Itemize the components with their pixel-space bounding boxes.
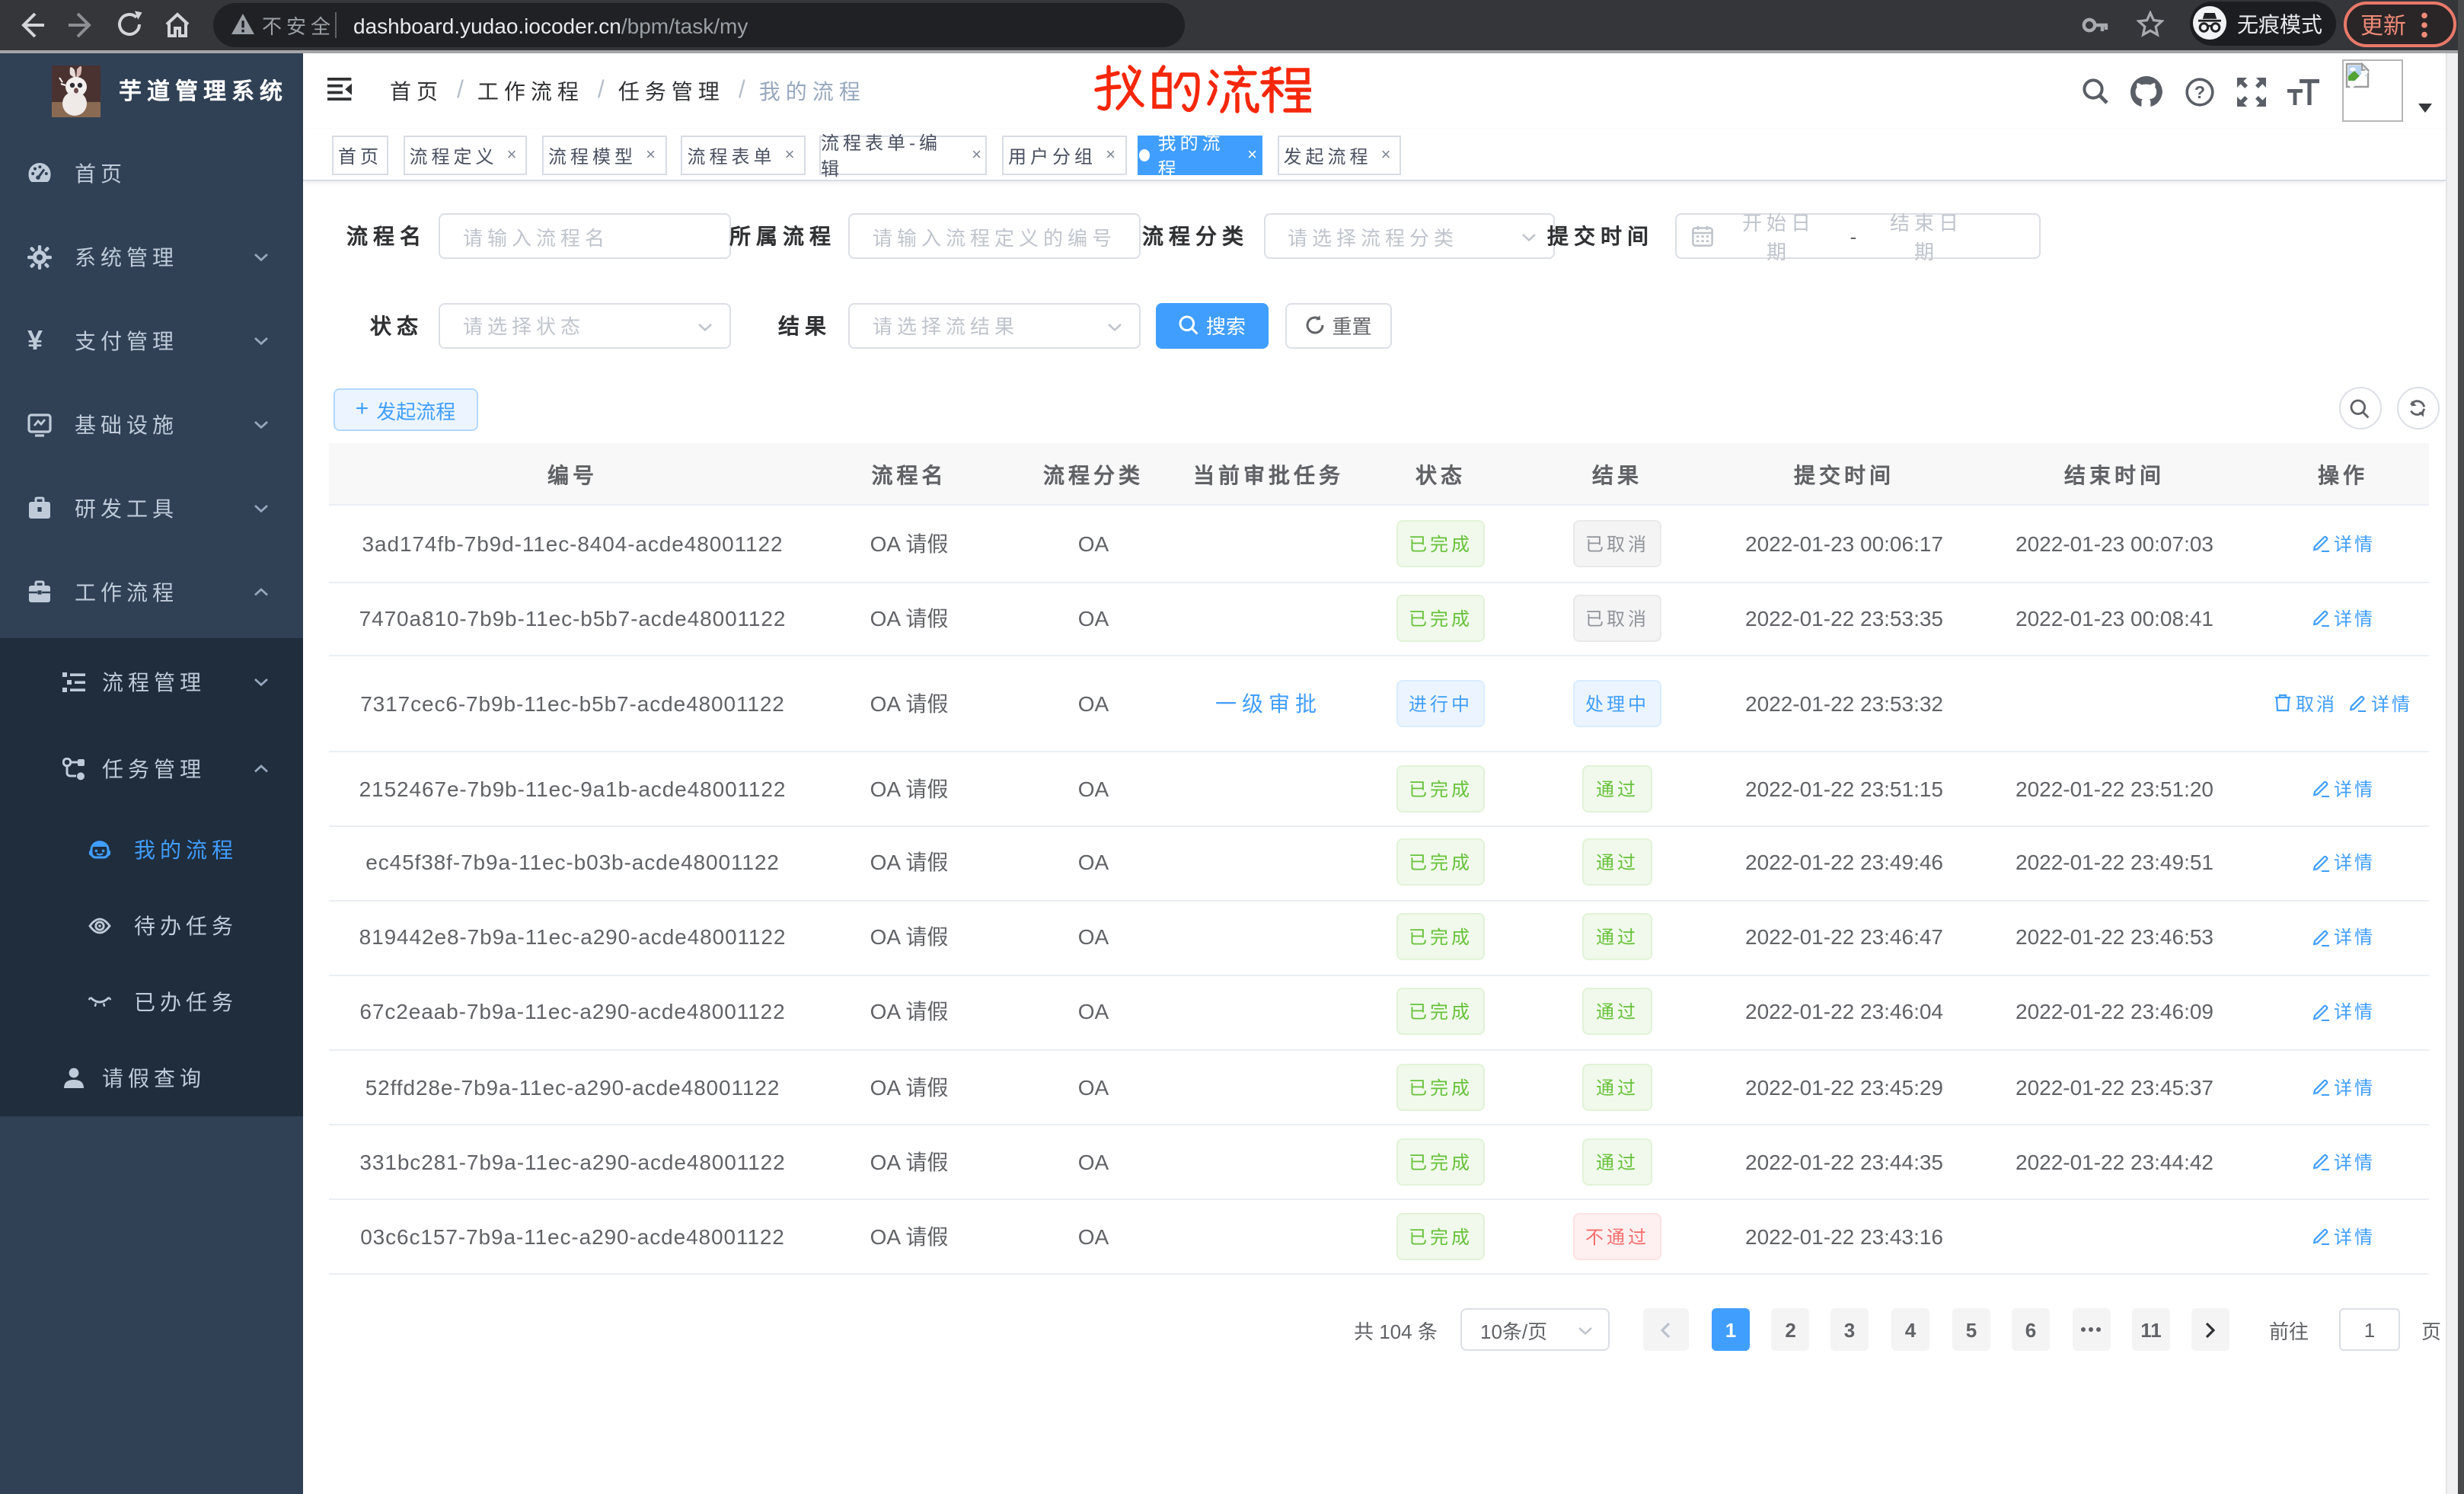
- svg-text:?: ?: [2194, 82, 2205, 102]
